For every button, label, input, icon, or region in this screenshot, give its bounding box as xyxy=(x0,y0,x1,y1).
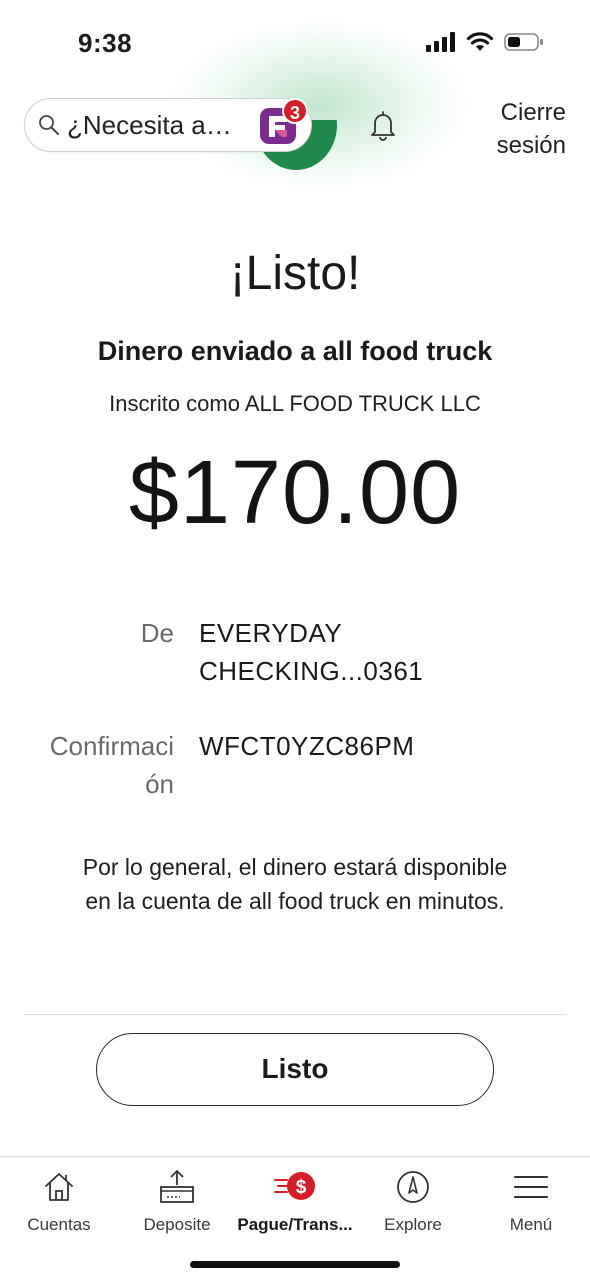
nav-label-deposit: Deposite xyxy=(143,1215,211,1234)
from-label: De xyxy=(140,618,174,648)
house-icon xyxy=(45,1173,73,1201)
nav-item-accounts[interactable]: Cuentas xyxy=(0,1167,118,1235)
status-icons xyxy=(426,32,544,52)
nav-label-explore: Explore xyxy=(384,1215,442,1234)
nav-label-pay-transfer: Pague/Trans... xyxy=(237,1215,353,1234)
search-placeholder: ¿Necesita a… xyxy=(67,109,232,140)
divider xyxy=(24,1014,566,1015)
svg-text:$: $ xyxy=(296,1177,307,1198)
nav-item-explore[interactable]: Explore xyxy=(354,1167,472,1235)
search-icon xyxy=(39,115,59,135)
from-account-value: EVERYDAY CHECKING...0361 xyxy=(199,614,423,690)
confirmation-label-line2: ón xyxy=(145,769,174,799)
confirmation-label-line1: Confirmaci xyxy=(49,731,174,761)
home-indicator xyxy=(190,1261,400,1268)
wifi-icon xyxy=(466,32,494,51)
nav-label-menu: Menú xyxy=(509,1215,553,1234)
enrolled-as-text: Inscrito como ALL FOOD TRUCK LLC xyxy=(109,391,481,416)
cellular-signal-icon xyxy=(426,32,455,52)
deposit-icon xyxy=(160,1170,194,1203)
confirmation-number: WFCT0YZC86PM xyxy=(199,731,415,761)
logout-button[interactable]: Cierre sesión xyxy=(497,96,566,162)
nav-label-accounts: Cuentas xyxy=(27,1215,91,1234)
page-title: ¡Listo! xyxy=(229,247,361,300)
pay-transfer-icon: $ xyxy=(274,1172,315,1200)
from-account-line2: CHECKING...0361 xyxy=(199,656,424,686)
confirmation-label: Confirmaci ón xyxy=(50,727,174,803)
hamburger-icon xyxy=(514,1176,548,1198)
logout-label-line1: Cierre xyxy=(500,99,566,126)
compass-icon xyxy=(397,1171,429,1203)
status-time: 9:38 xyxy=(78,28,133,58)
amount-sent: $170.00 xyxy=(128,443,462,543)
confirmation-subtitle: Dinero enviado a all food truck xyxy=(97,336,493,366)
from-account-line1: EVERYDAY xyxy=(199,618,343,648)
bell-icon[interactable] xyxy=(366,108,400,142)
logout-label-line2: sesión xyxy=(496,132,566,159)
nav-item-deposit[interactable]: Deposite xyxy=(118,1167,236,1235)
notification-count-badge: 3 xyxy=(282,98,308,124)
battery-icon xyxy=(504,33,543,51)
nav-item-pay-transfer[interactable]: $ Pague/Trans... xyxy=(236,1167,354,1235)
status-bar: 9:38 xyxy=(0,0,590,90)
nav-item-menu[interactable]: Menú xyxy=(472,1167,590,1235)
availability-note: Por lo general, el dinero estará disponi… xyxy=(82,854,508,914)
done-button[interactable]: Listo xyxy=(96,1033,494,1106)
